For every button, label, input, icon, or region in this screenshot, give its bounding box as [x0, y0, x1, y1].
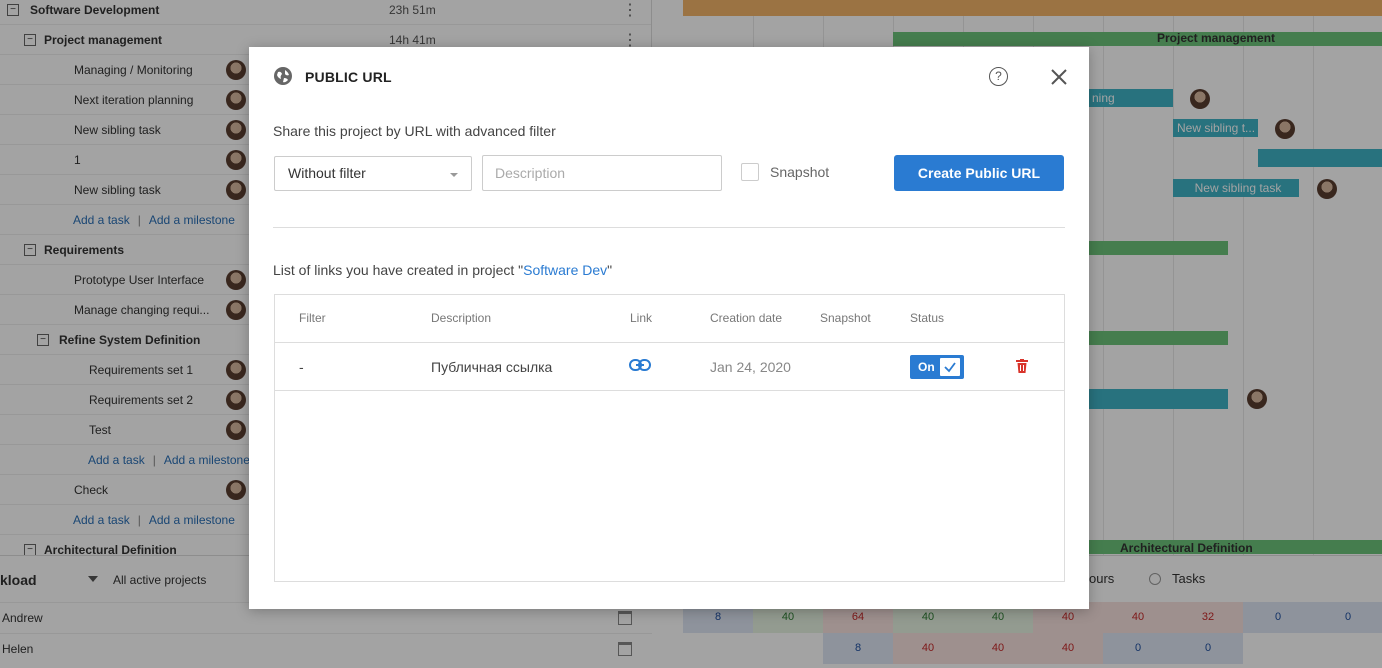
list-title-prefix: List of links you have created in projec… [273, 262, 524, 278]
snapshot-checkbox[interactable] [741, 163, 759, 181]
link-icon[interactable] [629, 357, 651, 373]
description-input[interactable] [482, 155, 722, 191]
column-header-snapshot: Snapshot [820, 311, 871, 325]
links-table: Filter Description Link Creation date Sn… [274, 294, 1065, 582]
chevron-down-icon [450, 173, 458, 177]
divider [275, 342, 1064, 343]
row-creation-date: Jan 24, 2020 [710, 359, 791, 375]
column-header-creation-date: Creation date [710, 311, 783, 325]
close-icon[interactable] [1049, 67, 1069, 87]
checkmark-icon [944, 362, 956, 373]
list-title-suffix: " [607, 262, 613, 278]
dialog-title: PUBLIC URL [305, 69, 392, 85]
snapshot-label[interactable]: Snapshot [770, 164, 829, 180]
create-public-url-button[interactable]: Create Public URL [894, 155, 1064, 191]
toggle-knob [940, 358, 960, 376]
help-icon[interactable]: ? [989, 67, 1008, 86]
dialog-subtitle: Share this project by URL with advanced … [273, 123, 556, 139]
globe-icon [274, 67, 292, 85]
links-list-title: List of links you have created in projec… [273, 262, 612, 278]
column-header-description: Description [431, 311, 492, 325]
divider [275, 390, 1064, 391]
status-toggle-label: On [918, 360, 935, 374]
filter-select[interactable]: Without filter [274, 156, 472, 191]
public-url-dialog: PUBLIC URL ? Share this project by URL w… [249, 47, 1089, 609]
trash-icon[interactable] [1016, 359, 1028, 373]
column-header-status: Status [910, 311, 945, 325]
column-header-filter: Filter [299, 311, 326, 325]
status-toggle[interactable]: On [910, 355, 964, 379]
project-name-link[interactable]: Software Dev [523, 262, 607, 278]
filter-select-value: Without filter [288, 165, 366, 181]
row-description: Публичная ссылка [431, 359, 553, 375]
divider [273, 227, 1065, 228]
column-header-link: Link [630, 311, 653, 325]
row-filter: - [299, 359, 304, 375]
